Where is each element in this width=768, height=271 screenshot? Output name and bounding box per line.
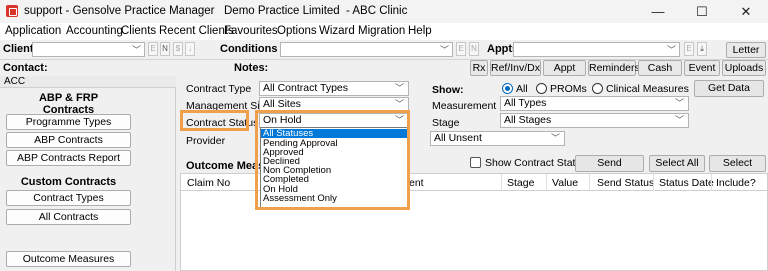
measurement-combo[interactable]: All Types ﹀ bbox=[500, 96, 689, 111]
contact-notes-bar: Contact: Notes: Rx Ref/Inv/Dx Appt Slip … bbox=[0, 60, 768, 88]
conditions-e-button[interactable]: E bbox=[456, 42, 466, 56]
select-all-button[interactable]: Select All bbox=[649, 155, 705, 172]
letter-button[interactable]: Letter bbox=[726, 42, 766, 58]
select-none-button[interactable]: Select None bbox=[709, 155, 766, 184]
col-value[interactable]: Value bbox=[552, 177, 578, 189]
client-n-button[interactable]: N bbox=[160, 42, 170, 56]
sidebar: ACC ABP & FRP Contracts Programme Types … bbox=[0, 76, 176, 271]
stage-label: Stage bbox=[432, 117, 460, 129]
stage-combo[interactable]: All Stages ﹀ bbox=[500, 113, 689, 128]
show-proms-radio[interactable] bbox=[536, 83, 547, 94]
menu-help[interactable]: Help bbox=[408, 25, 432, 37]
menu-accounting[interactable]: Accounting bbox=[66, 25, 123, 37]
client-e-button[interactable]: E bbox=[148, 42, 158, 56]
chevron-down-icon: ﹀ bbox=[439, 45, 449, 55]
menu-application[interactable]: Application bbox=[5, 25, 61, 37]
col-include[interactable]: Include? bbox=[716, 177, 756, 189]
menu-recent-clients[interactable]: Recent Clients bbox=[159, 25, 234, 37]
event-button[interactable]: Event bbox=[684, 60, 720, 76]
show-proms-label: PROMs bbox=[550, 83, 587, 95]
client-download-button[interactable]: ↓ bbox=[185, 42, 195, 56]
reminders-button[interactable]: Reminders bbox=[588, 60, 640, 76]
menu-wizard[interactable]: Wizard bbox=[319, 25, 355, 37]
client-s-button[interactable]: $ bbox=[173, 42, 183, 56]
show-contract-status-label: Show Contract Status bbox=[485, 157, 587, 169]
chevron-down-icon: ﹀ bbox=[550, 133, 560, 143]
menu-clients[interactable]: Clients bbox=[121, 25, 156, 37]
abp-contracts-report-button[interactable]: ABP Contracts Report bbox=[6, 150, 131, 166]
ref-inv-dx-button[interactable]: Ref/Inv/Dx bbox=[490, 60, 541, 76]
all-contracts-button[interactable]: All Contracts bbox=[6, 209, 131, 225]
cash-sale-button[interactable]: Cash Sale bbox=[638, 60, 682, 88]
appt-slip-button[interactable]: Appt Slip bbox=[543, 60, 586, 88]
contract-type-combo[interactable]: All Contract Types ﹀ bbox=[259, 81, 409, 96]
close-button[interactable]: ✕ bbox=[724, 0, 768, 23]
contract-status-dropdown-highlight bbox=[255, 110, 410, 210]
unsent-combo[interactable]: All Unsent ﹀ bbox=[430, 131, 565, 146]
chevron-down-icon: ﹀ bbox=[674, 115, 684, 125]
programme-types-button[interactable]: Programme Types bbox=[6, 114, 131, 130]
measurement-label: Measurement bbox=[432, 100, 497, 112]
contract-type-value: All Contract Types bbox=[263, 82, 349, 94]
conditions-n-button[interactable]: N bbox=[469, 42, 479, 56]
client-toolbar: Client ﹀ E N $ ↓ Conditions ﹀ E N Appts … bbox=[0, 40, 768, 60]
chevron-down-icon: ﹀ bbox=[674, 98, 684, 108]
chevron-down-icon: ﹀ bbox=[131, 45, 141, 55]
abp-frp-heading-line1: ABP & FRP bbox=[38, 92, 99, 104]
stage-value: All Stages bbox=[504, 114, 552, 126]
abp-frp-heading: ABP & FRP Contracts bbox=[6, 92, 131, 116]
client-combo[interactable]: ﹀ bbox=[32, 42, 145, 57]
notes-label: Notes: bbox=[234, 62, 269, 74]
client-label: Client bbox=[3, 43, 34, 55]
show-all-radio[interactable] bbox=[502, 83, 513, 94]
unsent-value: All Unsent bbox=[434, 132, 482, 144]
menu-bar: Application Accounting Clients Recent Cl… bbox=[0, 23, 768, 40]
app-icon bbox=[6, 5, 18, 17]
chevron-down-icon: ﹀ bbox=[394, 83, 404, 93]
management-site-value: All Sites bbox=[263, 98, 301, 110]
show-clinical-measures-radio[interactable] bbox=[592, 83, 603, 94]
menu-options[interactable]: Options bbox=[277, 25, 317, 37]
menu-favourites[interactable]: Favourites bbox=[224, 25, 278, 37]
contact-label: Contact: bbox=[3, 62, 48, 74]
app-title: support - Gensolve Practice Manager bbox=[24, 5, 215, 17]
col-ent[interactable]: ent bbox=[409, 177, 424, 189]
get-data-button[interactable]: Get Data bbox=[694, 80, 764, 97]
conditions-label: Conditions bbox=[220, 43, 278, 55]
col-status-date[interactable]: Status Date bbox=[659, 177, 714, 189]
provider-label: Provider bbox=[186, 135, 226, 147]
practice-name: Demo Practice Limited bbox=[224, 5, 340, 17]
measurement-value: All Types bbox=[504, 97, 547, 109]
contract-type-label: Contract Type bbox=[186, 83, 252, 95]
contract-types-button[interactable]: Contract Types bbox=[6, 190, 131, 206]
rx-button[interactable]: Rx bbox=[470, 60, 488, 76]
show-all-label: All bbox=[516, 83, 528, 95]
appts-download-icon[interactable]: ⤓ bbox=[697, 42, 707, 56]
chevron-down-icon: ﹀ bbox=[666, 45, 676, 55]
abp-contracts-button[interactable]: ABP Contracts bbox=[6, 132, 131, 148]
appts-e-button[interactable]: E bbox=[684, 42, 694, 56]
contract-status-label-highlight bbox=[180, 110, 249, 131]
menu-migration[interactable]: Migration bbox=[358, 25, 405, 37]
clinic-name: - ABC Clinic bbox=[346, 5, 408, 17]
col-send-status[interactable]: Send Status bbox=[597, 177, 654, 189]
uploads-button[interactable]: Uploads bbox=[722, 60, 766, 76]
sidebar-header: ACC bbox=[0, 76, 176, 88]
outcome-measures-button[interactable]: Outcome Measures bbox=[6, 251, 131, 267]
maximize-button[interactable]: ☐ bbox=[680, 0, 724, 23]
send-selected-button[interactable]: Send Selected bbox=[575, 155, 644, 184]
col-stage[interactable]: Stage bbox=[507, 177, 534, 189]
conditions-combo[interactable]: ﹀ bbox=[280, 42, 453, 57]
show-contract-status-checkbox[interactable] bbox=[470, 157, 481, 168]
show-label: Show: bbox=[432, 84, 464, 96]
show-clinical-measures-label: Clinical Measures bbox=[606, 83, 689, 95]
col-claim-no[interactable]: Claim No bbox=[187, 177, 230, 189]
appts-combo[interactable]: ﹀ bbox=[513, 42, 680, 57]
custom-contracts-heading: Custom Contracts bbox=[20, 176, 117, 188]
minimize-button[interactable]: — bbox=[636, 0, 680, 23]
title-bar: support - Gensolve Practice Manager Demo… bbox=[0, 0, 768, 23]
